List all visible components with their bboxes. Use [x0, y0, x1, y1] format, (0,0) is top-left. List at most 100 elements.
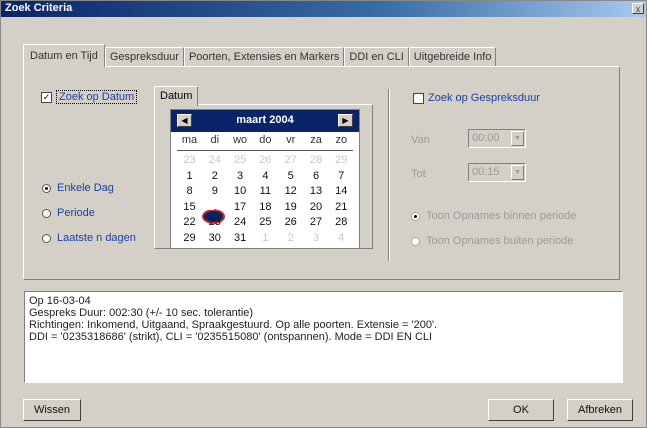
weekday-label: do: [259, 134, 272, 146]
radio-button[interactable]: [42, 183, 51, 193]
radio-laatste-n-dagen[interactable]: Laatste n dagen: [42, 232, 136, 244]
calendar-day[interactable]: 29: [329, 154, 354, 166]
calendar-day[interactable]: 25: [228, 154, 253, 166]
calendar-day[interactable]: 31: [228, 232, 253, 244]
calendar-day[interactable]: 20: [304, 201, 329, 213]
summary-line: DDI = '0235318686' (strikt), CLI = '0235…: [29, 331, 433, 343]
tot-time-select[interactable]: 00:15 ▼: [468, 163, 526, 182]
calendar-day[interactable]: 16: [202, 201, 227, 213]
radio-binnen-periode[interactable]: Toon Opnames binnen periode: [411, 210, 576, 222]
zoek-op-datum-label: Zoek op Datum: [56, 90, 138, 104]
calendar-day[interactable]: 24: [202, 154, 227, 166]
chevron-down-icon[interactable]: ▼: [511, 131, 524, 146]
tab-poorten-extensies-markers[interactable]: Poorten, Extensies en Markers: [183, 47, 345, 67]
calendar-day[interactable]: 11: [253, 185, 278, 197]
calendar-day[interactable]: 6: [304, 170, 329, 182]
radio-label-enkele-dag: Enkele Dag: [57, 182, 114, 194]
calendar-day[interactable]: 10: [228, 185, 253, 197]
calendar-day[interactable]: 28: [329, 216, 354, 228]
zoek-op-datum-checkbox[interactable]: ✓ Zoek op Datum: [41, 90, 138, 104]
calendar-day[interactable]: 19: [278, 201, 303, 213]
tab-datum-en-tijd[interactable]: Datum en Tijd: [23, 44, 105, 67]
calendar-day[interactable]: 3: [304, 232, 329, 244]
radio-label-periode: Periode: [57, 207, 95, 219]
calendar-day[interactable]: 24: [228, 216, 253, 228]
van-time-select[interactable]: 00:00 ▼: [468, 129, 526, 148]
afbreken-button[interactable]: Afbreken: [567, 399, 633, 421]
calendar-day[interactable]: 21: [329, 201, 354, 213]
calendar-day[interactable]: 2: [202, 170, 227, 182]
summary-line: Richtingen: Inkomend, Uitgaand, Spraakge…: [29, 319, 438, 331]
month-calendar[interactable]: ◀ maart 2004 ▶ ma di wo do vr za zo 23 24 25 26 27…: [170, 109, 360, 249]
weekday-label: di: [210, 134, 220, 146]
radio-button[interactable]: [411, 211, 420, 221]
calendar-day[interactable]: 4: [253, 170, 278, 182]
tab-gespreksduur[interactable]: Gespreksduur: [104, 47, 184, 67]
radio-label-buiten-periode: Toon Opnames buiten periode: [426, 235, 574, 247]
zoek-op-gespreksduur-checkbox[interactable]: Zoek op Gespreksduur: [413, 92, 540, 104]
calendar-day[interactable]: 2: [278, 232, 303, 244]
weekday-label: zo: [335, 134, 348, 146]
radio-label-laatste-n-dagen: Laatste n dagen: [57, 232, 136, 244]
tot-label: Tot: [411, 168, 426, 180]
checkbox-box[interactable]: [413, 92, 424, 104]
wissen-button[interactable]: Wissen: [23, 399, 81, 421]
close-icon[interactable]: x: [632, 3, 644, 14]
calendar-day[interactable]: 23: [177, 154, 202, 166]
weekday-label: za: [310, 134, 322, 146]
calendar-day[interactable]: 28: [304, 154, 329, 166]
calendar-day[interactable]: 25: [253, 216, 278, 228]
calendar-header: ◀ maart 2004 ▶: [171, 110, 359, 132]
calendar-day[interactable]: 30: [202, 232, 227, 244]
weekday-label: ma: [181, 134, 198, 146]
calendar-day[interactable]: 1: [177, 170, 202, 182]
weekday-label: wo: [233, 134, 248, 146]
zoek-criteria-dialog: Zoek Criteria x Datum en Tijd Gespreksdu…: [0, 0, 647, 428]
ok-button[interactable]: OK: [488, 399, 554, 421]
criteria-summary: Op 16-03-04 Gespreks Duur: 002:30 (+/- 1…: [24, 291, 623, 383]
chevron-down-icon[interactable]: ▼: [511, 165, 524, 180]
van-label: Van: [411, 134, 430, 146]
calendar-day[interactable]: 7: [329, 170, 354, 182]
calendar-day[interactable]: 17: [228, 201, 253, 213]
radio-button[interactable]: [411, 236, 420, 246]
radio-buiten-periode[interactable]: Toon Opnames buiten periode: [411, 235, 573, 247]
calendar-day[interactable]: 5: [278, 170, 303, 182]
radio-button[interactable]: [42, 208, 51, 218]
calendar-day[interactable]: 15: [177, 201, 202, 213]
zoek-op-gespreksduur-label: Zoek op Gespreksduur: [428, 92, 540, 104]
tab-strip: Datum en Tijd Gespreksduur Poorten, Exte…: [23, 44, 497, 67]
summary-line: Gespreks Duur: 002:30 (+/- 10 sec. toler…: [29, 307, 254, 319]
tot-time-value: 00:15: [472, 166, 500, 178]
radio-periode[interactable]: Periode: [42, 207, 95, 219]
calendar-month-label: maart 2004: [236, 114, 294, 126]
radio-enkele-dag[interactable]: Enkele Dag: [42, 182, 114, 194]
calendar-divider: [177, 150, 353, 151]
calendar-day[interactable]: 12: [278, 185, 303, 197]
calendar-day[interactable]: 27: [304, 216, 329, 228]
weekday-label: vr: [286, 134, 296, 146]
next-month-icon[interactable]: ▶: [338, 114, 353, 127]
calendar-day[interactable]: 22: [177, 216, 202, 228]
calendar-day[interactable]: 8: [177, 185, 202, 197]
tab-ddi-en-cli[interactable]: DDI en CLI: [344, 47, 409, 67]
calendar-day[interactable]: 23: [202, 216, 227, 228]
window-title: Zoek Criteria: [5, 2, 73, 14]
calendar-day[interactable]: 26: [253, 154, 278, 166]
van-time-value: 00:00: [472, 132, 500, 144]
calendar-day[interactable]: 9: [202, 185, 227, 197]
title-bar[interactable]: Zoek Criteria x: [1, 1, 646, 17]
checkbox-box[interactable]: ✓: [41, 91, 52, 103]
tab-uitgebreide-info[interactable]: Uitgebreide Info: [408, 47, 497, 67]
calendar-day[interactable]: 18: [253, 201, 278, 213]
calendar-day[interactable]: 14: [329, 185, 354, 197]
calendar-day[interactable]: 27: [278, 154, 303, 166]
calendar-day[interactable]: 13: [304, 185, 329, 197]
calendar-day[interactable]: 4: [329, 232, 354, 244]
calendar-day[interactable]: 1: [253, 232, 278, 244]
radio-button[interactable]: [42, 233, 51, 243]
calendar-tab-datum[interactable]: Datum: [154, 86, 199, 106]
calendar-day[interactable]: 29: [177, 232, 202, 244]
calendar-day[interactable]: 3: [228, 170, 253, 182]
calendar-day[interactable]: 26: [278, 216, 303, 228]
